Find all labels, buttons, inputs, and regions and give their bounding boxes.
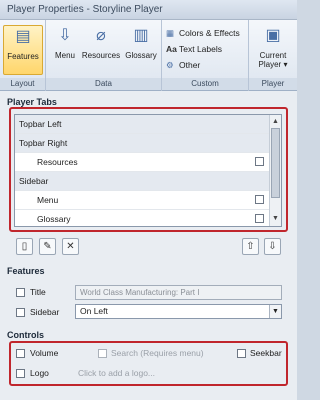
delete-tab-button[interactable]: ✕ [62,238,79,255]
edit-icon: ✎ [43,241,52,252]
logo-checkbox[interactable] [16,369,25,378]
logo-label: Logo [30,368,49,378]
features-button[interactable]: ▤ Features [3,25,43,75]
move-up-button[interactable]: ⇧ [242,238,259,255]
menu-icon: ⇩ [58,27,72,44]
ribbon-group-label: Player [249,78,297,90]
glossary-button[interactable]: ▥ Glossary [122,25,160,75]
features-icon: ▤ [15,28,31,45]
arrow-down-icon: ⇩ [268,241,277,252]
other-button[interactable]: ⚙ Other [166,60,200,74]
scroll-up-icon[interactable]: ▲ [270,116,281,127]
search-label: Search (Requires menu) [111,348,204,358]
arrow-up-icon: ⇧ [246,241,255,252]
sidebar-select[interactable]: On Left ▼ [75,304,282,319]
seekbar-label: Seekbar [250,348,282,358]
scroll-down-icon[interactable]: ▼ [270,213,281,224]
resources-button[interactable]: ⌀ Resources [80,25,122,75]
colors-effects-button[interactable]: ▦ Colors & Effects [166,28,240,42]
seekbar-checkbox[interactable] [237,349,246,358]
chevron-down-icon: ▾ [281,60,288,69]
scroll-thumb[interactable] [271,128,280,198]
new-document-icon: ▯ [21,241,28,252]
add-logo-link[interactable]: Click to add a logo... [78,368,155,378]
text-labels-button[interactable]: Aa Text Labels [166,44,222,58]
glossary-icon: ▥ [133,27,149,44]
sidebar-label: Sidebar [30,307,60,317]
close-icon: ✕ [66,241,75,252]
palette-icon: ▦ [166,28,175,38]
list-item[interactable]: Sidebar [15,172,269,191]
move-down-button[interactable]: ⇩ [264,238,281,255]
ribbon-group-player: ▣ Current Player ▾ Player [249,20,297,91]
list-item[interactable]: Topbar Right [15,134,269,153]
ribbon-group-label: Layout [0,78,45,90]
volume-checkbox[interactable] [16,349,25,358]
list-scrollbar[interactable]: ▲ ▼ [269,115,281,226]
resources-tab-checkbox[interactable] [255,157,264,166]
new-tab-button[interactable]: ▯ [16,238,33,255]
list-item[interactable]: Resources [15,153,269,172]
list-item[interactable]: Topbar Left [15,115,269,134]
current-player-button[interactable]: ▣ Current Player ▾ [253,25,293,75]
window-title: Player Properties - Storyline Player [7,4,163,15]
search-checkbox[interactable] [98,349,107,358]
title-field[interactable]: World Class Manufacturing: Part I [75,285,282,300]
menu-tab-checkbox[interactable] [255,195,264,204]
list-item[interactable]: Menu [15,191,269,210]
ribbon-group-data: ⇩ Menu ⌀ Resources ▥ Glossary Data [46,20,162,91]
player-tabs-heading: Player Tabs [7,97,57,107]
ribbon-group-label: Data [46,78,161,90]
glossary-tab-checkbox[interactable] [255,214,264,223]
player-tabs-list[interactable]: Topbar Left Topbar Right Resources Sideb… [14,114,282,227]
ribbon: ▤ Features Layout ⇩ Menu ⌀ Resources ▥ G… [0,20,297,91]
player-icon: ▣ [265,27,281,44]
volume-label: Volume [30,348,59,358]
title-checkbox[interactable] [16,288,25,297]
title-label: Title [30,287,46,297]
controls-heading: Controls [7,330,44,340]
sidebar-checkbox[interactable] [16,308,25,317]
ribbon-group-label: Custom [162,78,248,90]
list-item[interactable]: Glossary [15,210,269,226]
paperclip-icon: ⌀ [96,27,106,44]
edit-tab-button[interactable]: ✎ [39,238,56,255]
gear-icon: ⚙ [166,60,174,70]
chevron-down-icon[interactable]: ▼ [269,305,281,318]
text-icon: Aa [166,44,177,54]
menu-button[interactable]: ⇩ Menu [51,25,79,75]
ribbon-group-layout: ▤ Features Layout [0,20,46,91]
ribbon-group-custom: ▦ Colors & Effects Aa Text Labels ⚙ Other C… [162,20,249,91]
sidebar-select-value: On Left [80,306,108,316]
window-titlebar: Player Properties - Storyline Player [0,0,297,20]
features-heading: Features [7,266,45,276]
